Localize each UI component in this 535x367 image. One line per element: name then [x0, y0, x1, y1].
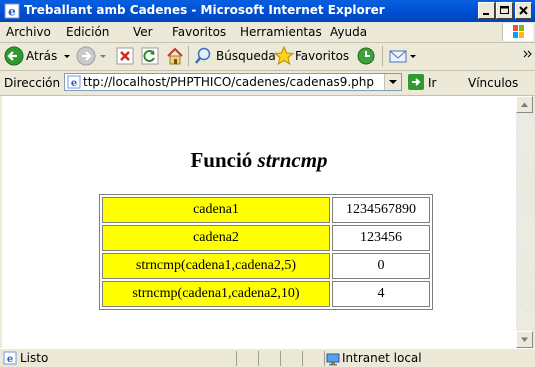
address-bar: Dirección e ttp://localhost/PHPTHICO/cad… — [0, 71, 535, 96]
arrow-down-icon — [521, 337, 528, 342]
back-arrow-icon[interactable] — [4, 46, 24, 66]
title-bar[interactable]: e Treballant amb Cadenes - Microsoft Int… — [0, 0, 535, 22]
maximize-button[interactable] — [496, 2, 513, 19]
go-button-label[interactable]: Ir — [428, 76, 436, 90]
table-row: strncmp(cadena1,cadena2,5) 0 — [102, 253, 430, 279]
row-label: strncmp(cadena1,cadena2,5) — [102, 253, 330, 279]
close-icon — [519, 6, 528, 15]
svg-text:e: e — [8, 5, 16, 19]
toolbar-separator — [382, 46, 383, 66]
table-row: cadena2 123456 — [102, 225, 430, 251]
row-label: cadena1 — [102, 197, 330, 223]
status-text: Listo — [20, 351, 49, 365]
refresh-icon[interactable] — [140, 46, 160, 66]
status-pane — [258, 351, 259, 366]
maximize-icon — [500, 6, 509, 14]
vertical-scrollbar[interactable] — [516, 96, 533, 348]
menu-ver[interactable]: Ver — [133, 25, 153, 39]
windows-flag-icon — [502, 23, 533, 41]
minimize-button[interactable] — [478, 2, 495, 19]
chevron-down-icon — [389, 80, 397, 84]
arrow-up-icon — [521, 102, 528, 107]
results-table: cadena1 1234567890 cadena2 123456 strncm… — [99, 194, 433, 310]
back-button-label[interactable]: Atrás — [26, 49, 57, 63]
svg-text:e: e — [71, 78, 77, 89]
heading-text: Funció — [190, 148, 253, 172]
svg-text:e: e — [7, 354, 13, 365]
go-arrow-icon[interactable] — [408, 74, 424, 90]
page-icon: e — [67, 75, 81, 89]
table-row: strncmp(cadena1,cadena2,10) 4 — [102, 281, 430, 307]
row-value: 123456 — [332, 225, 430, 251]
browser-window: e Treballant amb Cadenes - Microsoft Int… — [0, 0, 535, 367]
toolbar-chevron-icon[interactable] — [522, 46, 534, 66]
scroll-up-button[interactable] — [516, 96, 533, 113]
back-dropdown-icon[interactable] — [62, 46, 72, 66]
table-row: cadena1 1234567890 — [102, 197, 430, 223]
forward-arrow-icon[interactable] — [76, 46, 96, 66]
page-status-icon: e — [3, 351, 17, 365]
favorites-star-icon[interactable] — [274, 46, 294, 66]
toolbar: Atrás Búsqueda Favoritos — [0, 43, 535, 71]
stop-icon[interactable] — [115, 46, 135, 66]
menu-edicion[interactable]: Edición — [66, 25, 109, 39]
intranet-zone-icon — [326, 353, 340, 366]
page-heading: Funció strncmp — [2, 148, 516, 173]
status-bar: e Listo Intranet local — [0, 348, 535, 367]
scroll-down-button[interactable] — [516, 331, 533, 348]
minimize-icon — [483, 13, 489, 15]
menu-archivo[interactable]: Archivo — [6, 25, 51, 39]
search-button-label[interactable]: Búsqueda — [216, 49, 276, 63]
home-icon[interactable] — [165, 46, 185, 66]
status-pane — [324, 351, 325, 366]
links-toolbar-label[interactable]: Vínculos — [468, 76, 518, 90]
mail-dropdown-icon[interactable] — [408, 46, 418, 66]
heading-function-name: strncmp — [257, 148, 328, 172]
menu-ayuda[interactable]: Ayuda — [330, 25, 367, 39]
row-label: strncmp(cadena1,cadena2,10) — [102, 281, 330, 307]
forward-dropdown-icon[interactable] — [98, 46, 108, 66]
address-label: Dirección — [4, 76, 61, 90]
page-content: Funció strncmp cadena1 1234567890 cadena… — [2, 96, 516, 348]
menu-bar: Archivo Edición Ver Favoritos Herramient… — [0, 22, 535, 43]
close-button[interactable] — [515, 2, 532, 19]
menu-favoritos[interactable]: Favoritos — [172, 25, 226, 39]
toolbar-separator — [188, 46, 189, 66]
address-input[interactable]: e ttp://localhost/PHPTHICO/cadenes/caden… — [64, 73, 402, 91]
row-value: 4 — [332, 281, 430, 307]
ie-icon: e — [4, 3, 20, 19]
security-zone-label: Intranet local — [342, 351, 422, 365]
address-value: ttp://localhost/PHPTHICO/cadenes/cadenas… — [83, 75, 375, 89]
history-icon[interactable] — [356, 46, 376, 66]
search-icon[interactable] — [193, 46, 213, 66]
row-value: 0 — [332, 253, 430, 279]
menu-herramientas[interactable]: Herramientas — [240, 25, 322, 39]
row-value: 1234567890 — [332, 197, 430, 223]
window-title: Treballant amb Cadenes - Microsoft Inter… — [24, 3, 385, 17]
address-dropdown-button[interactable] — [384, 74, 401, 90]
row-label: cadena2 — [102, 225, 330, 251]
status-pane — [236, 351, 237, 366]
favorites-button-label[interactable]: Favoritos — [295, 49, 349, 63]
mail-icon[interactable] — [388, 46, 408, 66]
status-pane — [302, 351, 303, 366]
status-pane — [280, 351, 281, 366]
